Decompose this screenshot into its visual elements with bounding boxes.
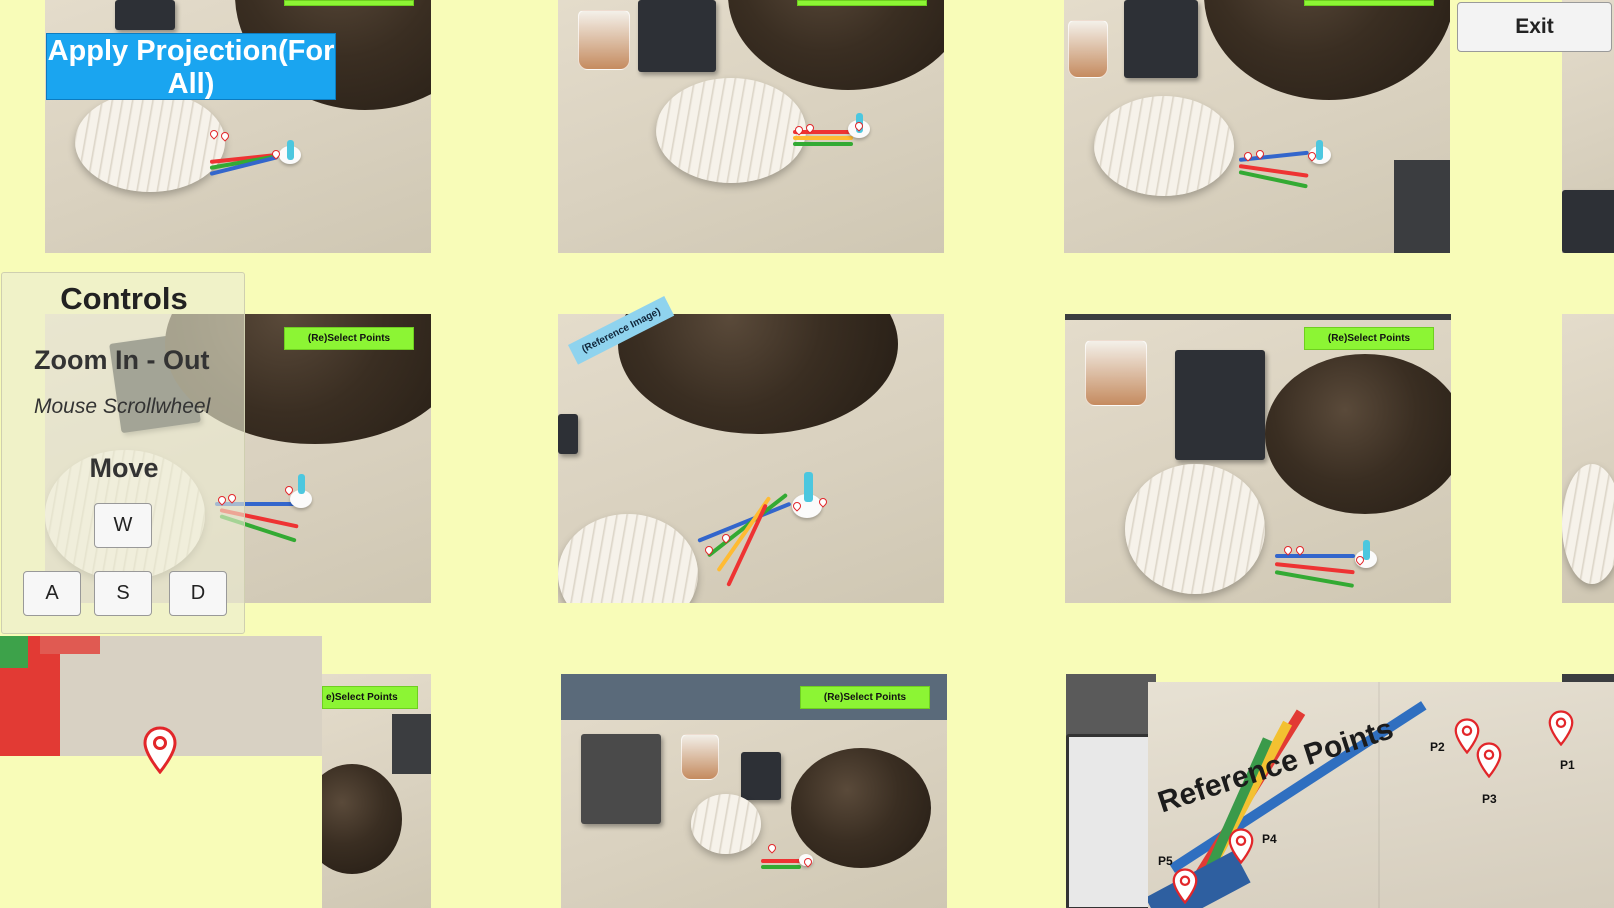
zoom-hint: Mouse Scrollwheel	[34, 395, 211, 418]
point-label-p5: P5	[1158, 854, 1173, 868]
key-s-button[interactable]: S	[94, 571, 152, 616]
point-label-p4: P4	[1262, 832, 1277, 846]
map-pin-icon[interactable]	[1172, 868, 1198, 904]
map-pin-icon[interactable]	[1548, 710, 1574, 746]
apply-projection-button[interactable]: Apply Projection(For All)	[46, 33, 336, 100]
photo-tile-3	[1064, 0, 1450, 253]
reselect-points-button-1[interactable]: (Re)Select Points	[284, 0, 414, 6]
photo-tile-6	[1065, 314, 1451, 603]
point-label-p3: P3	[1482, 792, 1497, 806]
controls-panel: Controls Zoom In - Out Mouse Scrollwheel…	[1, 272, 245, 634]
point-label-p2: P2	[1430, 740, 1445, 754]
photo-tile-7	[322, 674, 431, 908]
controls-title: Controls	[60, 281, 188, 316]
reselect-points-button-8[interactable]: (Re)Select Points	[800, 686, 930, 709]
reselect-points-button-4[interactable]: (Re)Select Points	[284, 327, 414, 350]
move-label: Move	[89, 453, 159, 483]
key-w-button[interactable]: W	[94, 503, 152, 548]
reselect-points-button-6[interactable]: (Re)Select Points	[1304, 327, 1434, 350]
zoom-label: Zoom In - Out	[34, 345, 210, 375]
map-pin-icon[interactable]	[1228, 828, 1254, 864]
photo-tile-5-reference	[558, 314, 944, 603]
key-a-button[interactable]: A	[23, 571, 81, 616]
reference-points-panel: Reference Points P1 P2 P3 P4 P5	[1148, 682, 1614, 908]
reselect-points-button-7[interactable]: e)Select Points	[322, 686, 418, 709]
point-label-p1: P1	[1560, 758, 1575, 772]
photo-tile-edge-2	[1562, 314, 1614, 603]
photo-tile-8	[561, 674, 947, 908]
photo-tile-9	[1066, 674, 1156, 908]
reselect-points-button-3[interactable]: (Re)Select Points	[1304, 0, 1434, 6]
reselect-points-button-2[interactable]: (Re)Select Points	[797, 0, 927, 6]
photo-tile-2	[558, 0, 944, 253]
map-pin-icon[interactable]	[143, 726, 177, 774]
map-pin-icon[interactable]	[1476, 742, 1502, 778]
key-d-button[interactable]: D	[169, 571, 227, 616]
exit-button[interactable]: Exit	[1457, 2, 1612, 52]
